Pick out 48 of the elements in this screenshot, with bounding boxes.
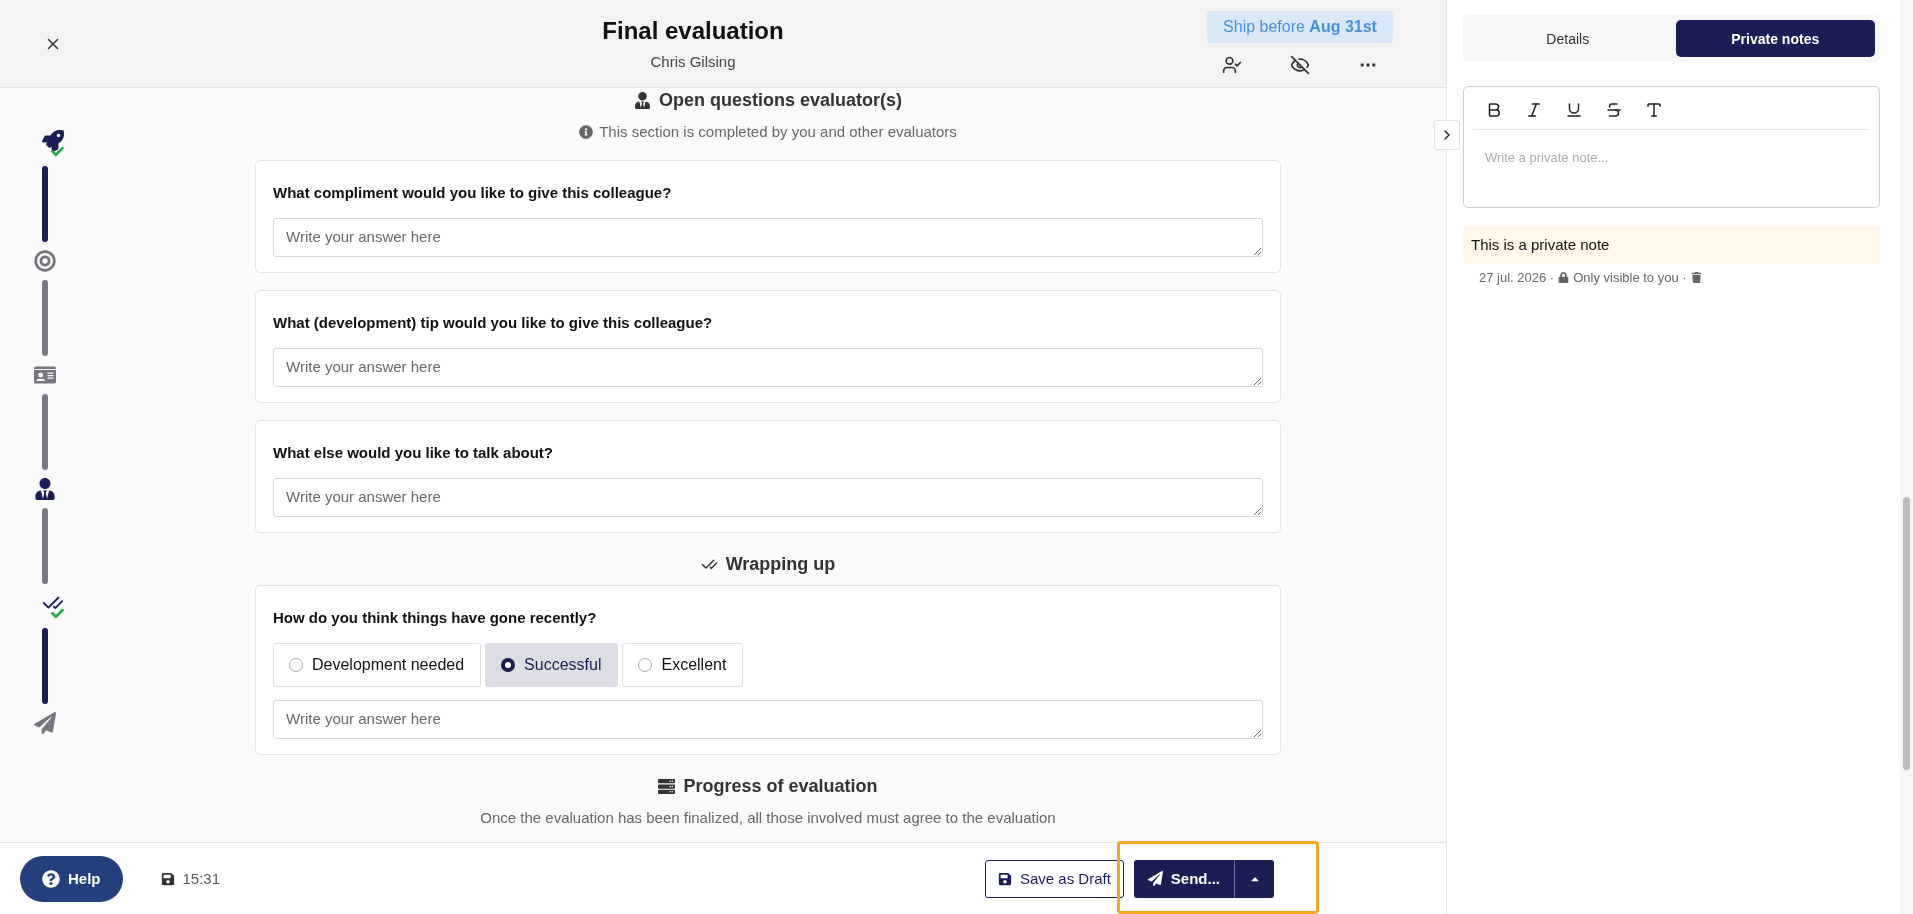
answer-field[interactable]: Write your answer here xyxy=(273,478,1263,517)
section-title: Progress of evaluation xyxy=(683,776,878,797)
question-text: How do you think things have gone recently? xyxy=(273,608,598,628)
collapse-panel-button[interactable] xyxy=(1434,120,1460,150)
radio-option[interactable]: Excellent xyxy=(622,643,744,687)
section-note: This section is completed by you and other evaluators xyxy=(599,123,957,140)
italic-icon[interactable] xyxy=(1525,101,1543,119)
question-text: What compliment would you like to give this colleague? xyxy=(273,183,673,203)
person-icon[interactable] xyxy=(34,478,56,500)
send-options-button[interactable] xyxy=(1234,859,1274,898)
section-title: Wrapping up xyxy=(725,554,836,575)
answer-field[interactable]: Write your answer here xyxy=(273,700,1263,739)
trash-icon[interactable] xyxy=(1690,272,1702,283)
underline-icon[interactable] xyxy=(1565,101,1583,119)
answer-field[interactable]: Write your answer here xyxy=(273,348,1263,387)
person-icon xyxy=(633,92,651,109)
id-card-icon[interactable] xyxy=(34,364,56,386)
info-icon xyxy=(579,124,594,139)
section-title: Open questions evaluator(s) xyxy=(658,90,902,111)
target-icon[interactable] xyxy=(34,250,56,272)
save-icon xyxy=(160,871,175,886)
paper-plane-icon xyxy=(1147,871,1163,886)
server-icon xyxy=(658,778,676,795)
radio-option[interactable]: Successful xyxy=(485,643,619,687)
panel-tab[interactable]: Details xyxy=(1468,20,1668,57)
note-visibility: Only visible to you · xyxy=(1573,270,1687,285)
send-button[interactable]: Send... xyxy=(1133,859,1234,898)
save-icon xyxy=(997,871,1012,886)
answer-field[interactable]: Write your answer here xyxy=(273,218,1263,257)
strikethrough-icon[interactable] xyxy=(1605,101,1623,119)
scrollbar-thumb[interactable] xyxy=(1903,497,1910,770)
save-draft-button[interactable]: Save as Draft xyxy=(984,859,1124,898)
panel-tab[interactable]: Private notes xyxy=(1675,20,1875,57)
paper-plane-icon[interactable] xyxy=(34,712,56,734)
private-note: This is a private note xyxy=(1463,225,1880,264)
saved-time: 15:31 xyxy=(182,870,221,887)
note-date: 27 jul. 2026 · xyxy=(1479,270,1555,285)
question-text: What else would you like to talk about? xyxy=(273,443,555,463)
lock-icon xyxy=(1558,272,1570,283)
font-size-icon[interactable] xyxy=(1645,101,1663,119)
page-subtitle: Chris Gilsing xyxy=(650,53,736,70)
question-icon xyxy=(42,869,60,888)
help-button[interactable]: Help xyxy=(20,855,123,902)
page-title: Final evaluation xyxy=(602,17,784,45)
question-text: What (development) tip would you like to give this colleague? xyxy=(273,313,714,333)
section-note: Once the evaluation has been finalized, all those involved must agree to the evaluation xyxy=(480,809,1056,826)
radio-option[interactable]: Development needed xyxy=(273,643,482,687)
deadline-badge: Ship before Aug 31st xyxy=(1207,10,1393,43)
